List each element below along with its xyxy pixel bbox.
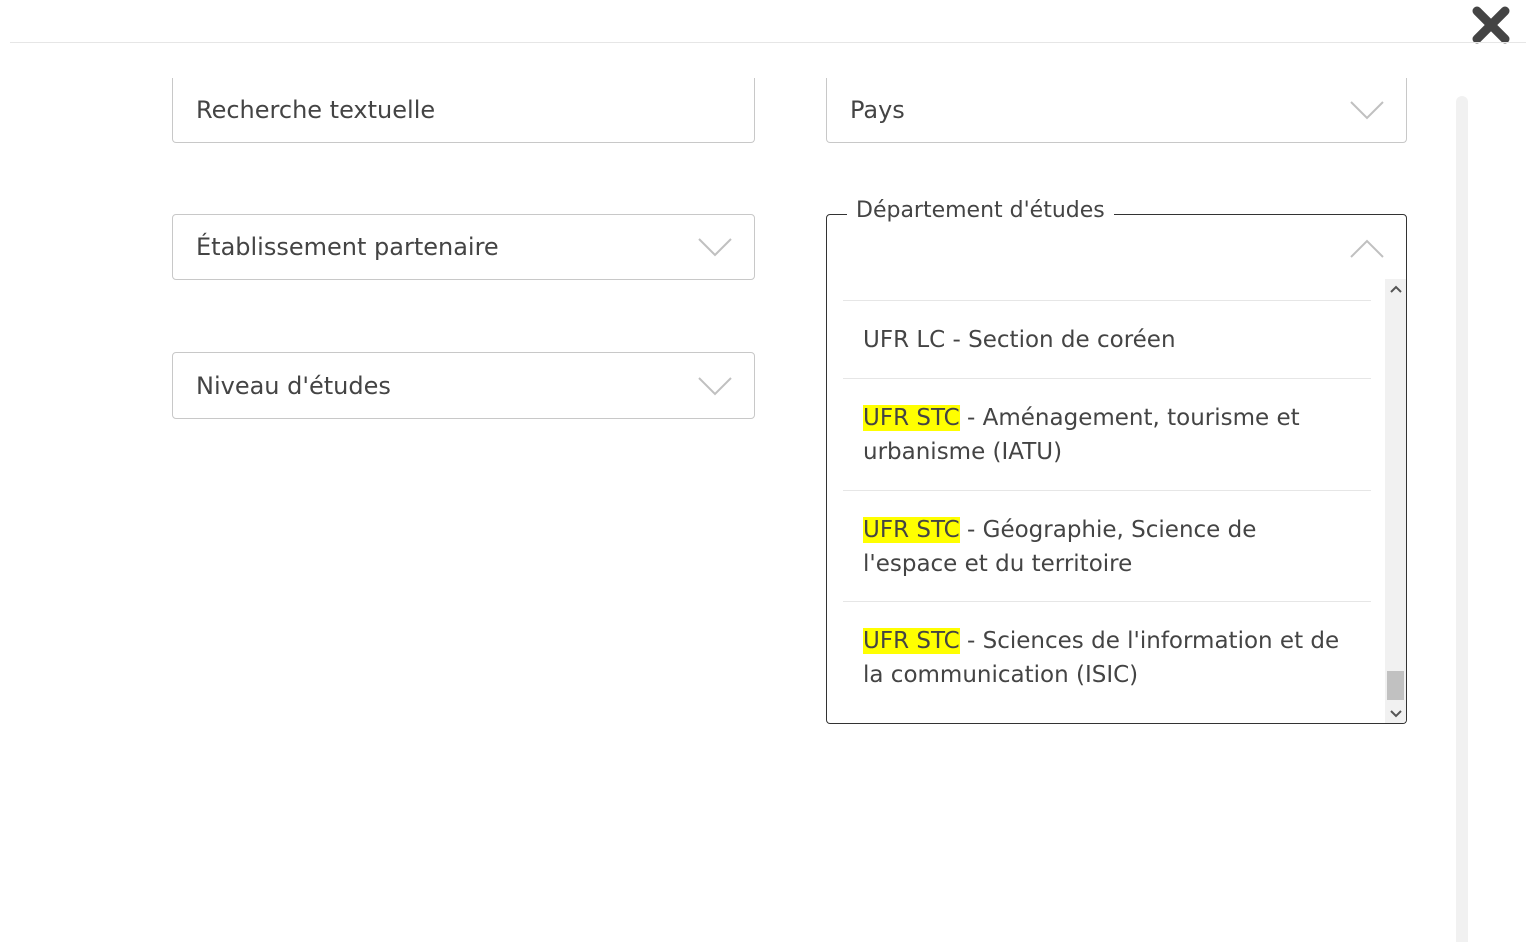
text-search-placeholder: Recherche textuelle <box>196 96 436 124</box>
caret-down-icon <box>1389 710 1402 718</box>
partner-institution-label: Établissement partenaire <box>196 233 499 261</box>
chevron-up-icon <box>1350 239 1384 258</box>
study-level-select[interactable]: Niveau d'études <box>172 352 755 419</box>
department-option[interactable]: UFR STC - Aménagement, tourisme et urban… <box>843 378 1371 490</box>
study-level-label: Niveau d'études <box>196 371 391 400</box>
country-label: Pays <box>850 96 905 124</box>
chevron-down-icon <box>698 238 732 257</box>
chevron-down-icon <box>698 376 732 395</box>
option-highlight: UFR STC <box>863 517 960 543</box>
department-legend: Département d'études <box>847 198 1114 223</box>
department-option[interactable]: UFR LC - Section de coréen <box>843 300 1371 378</box>
department-option[interactable]: UFR STC - Géographie, Science de l'espac… <box>843 490 1371 601</box>
text-search-input[interactable]: Recherche textuelle <box>172 78 755 143</box>
department-options-list[interactable]: UFR LC - Section de coréen UFR STC - Amé… <box>826 279 1407 724</box>
department-options: UFR LC - Section de coréen UFR STC - Amé… <box>843 300 1371 713</box>
close-icon <box>1472 6 1510 44</box>
header-divider <box>10 42 1526 43</box>
filter-dialog: Recherche textuelle Pays Établissement p… <box>0 0 1526 942</box>
caret-up-icon <box>1389 285 1402 293</box>
partner-institution-select[interactable]: Établissement partenaire <box>172 214 755 280</box>
option-text: UFR LC - Section de coréen <box>863 327 1176 353</box>
scroll-down-arrow[interactable] <box>1385 704 1406 723</box>
chevron-down-icon <box>1350 101 1384 120</box>
department-select[interactable]: Département d'études <box>826 198 1407 280</box>
page-scrollbar[interactable] <box>1456 96 1468 942</box>
scroll-up-arrow[interactable] <box>1385 279 1406 299</box>
country-select[interactable]: Pays <box>826 78 1407 143</box>
scroll-thumb[interactable] <box>1387 671 1404 700</box>
option-highlight: UFR STC <box>863 405 960 431</box>
department-option[interactable]: UFR STC - Sciences de l'information et d… <box>843 601 1371 713</box>
option-highlight: UFR STC <box>863 628 960 654</box>
options-scrollbar[interactable] <box>1385 279 1406 723</box>
